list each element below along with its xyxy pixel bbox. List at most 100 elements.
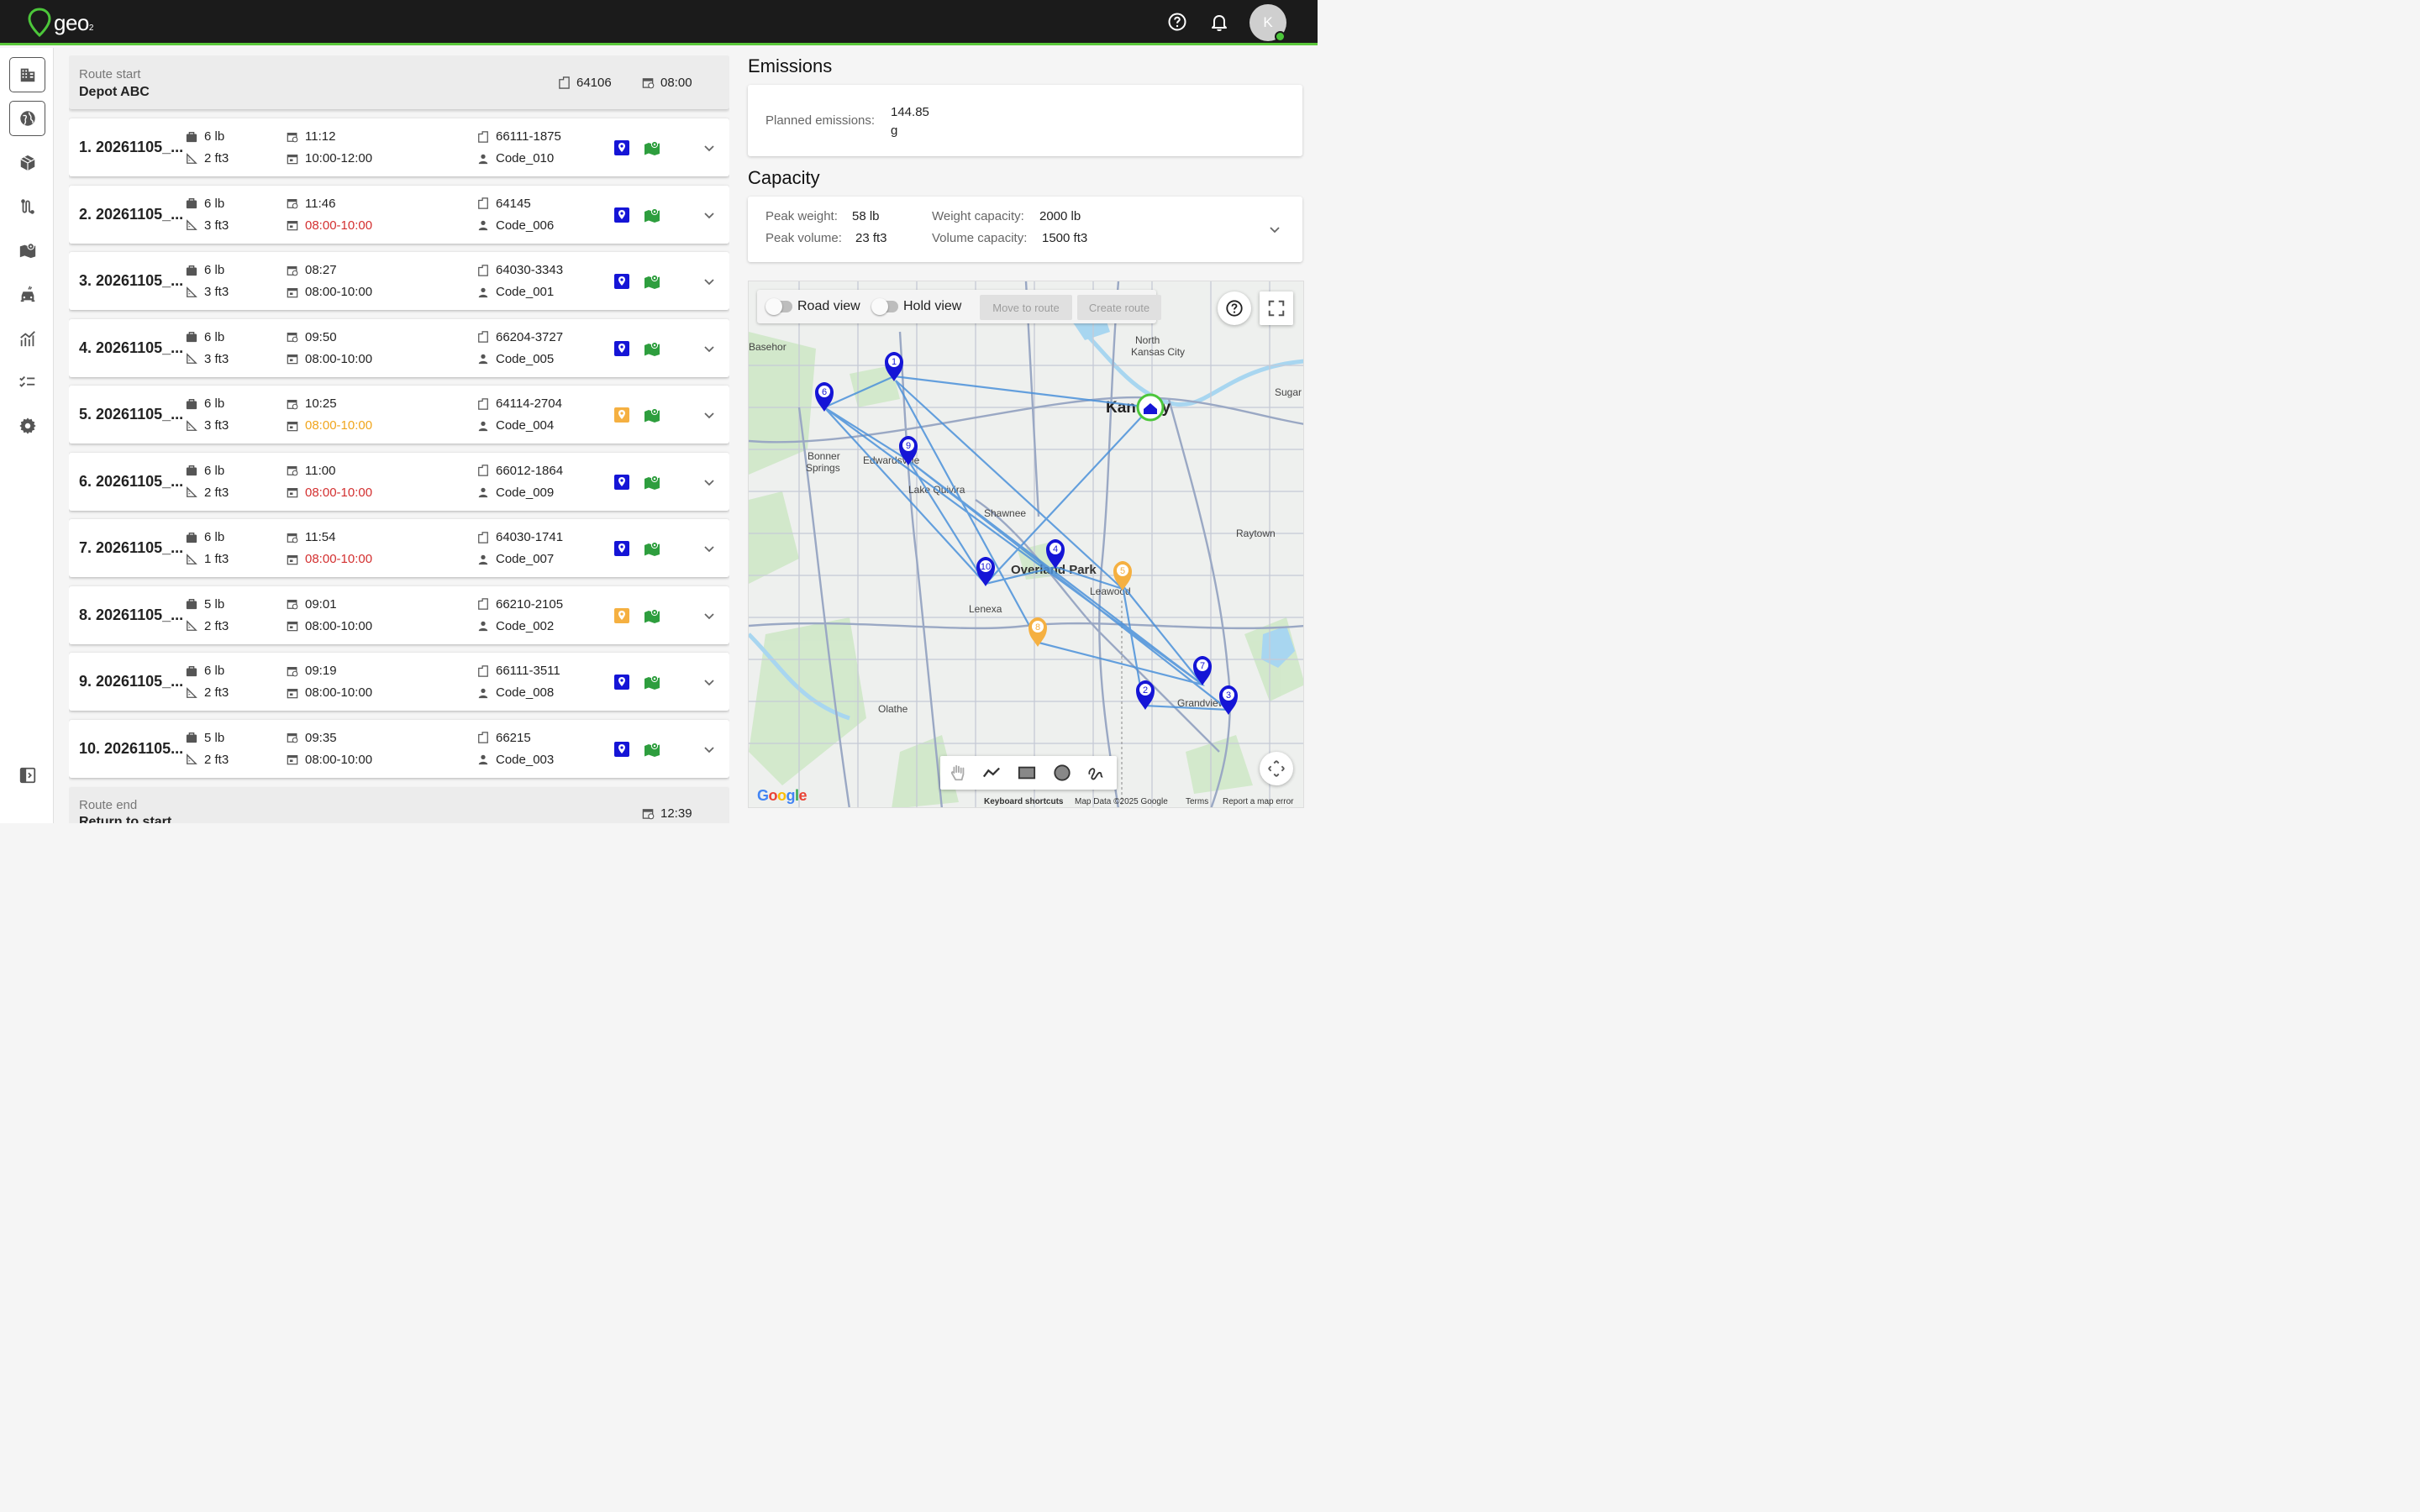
stop-expand-chevron-icon[interactable]	[703, 276, 715, 287]
sidebar-item-analytics[interactable]	[9, 321, 45, 356]
stop-expand-chevron-icon[interactable]	[703, 343, 715, 354]
pan-hand-tool[interactable]	[949, 764, 967, 782]
draw-circle-tool[interactable]	[1053, 764, 1071, 782]
stop-row[interactable]: 10. 20261105... 5 lb 2 ft3 09:35 08:00-1…	[69, 719, 729, 778]
stop-title[interactable]: 3. 20261105_...	[79, 272, 185, 290]
capacity-card[interactable]: Peak weight: 58 lb Peak volume: 23 ft3 W…	[748, 197, 1302, 262]
capacity-expand-chevron-icon[interactable]	[1269, 223, 1281, 235]
stop-location-flag-icon[interactable]	[613, 540, 630, 557]
stop-show-on-map-icon[interactable]	[644, 474, 660, 491]
stop-title[interactable]: 6. 20261105_...	[79, 473, 185, 491]
stop-show-on-map-icon[interactable]	[644, 139, 660, 156]
road-view-toggle[interactable]	[765, 298, 792, 315]
draw-rectangle-tool[interactable]	[1018, 764, 1036, 782]
stop-show-on-map-icon[interactable]	[644, 674, 660, 690]
peak-volume-label: Peak volume:	[765, 231, 842, 245]
stop-zip: 66111-1875	[477, 129, 561, 144]
stop-row[interactable]: 7. 20261105_... 6 lb 1 ft3 11:54 08:00-1…	[69, 519, 729, 577]
stop-location-flag-icon[interactable]	[613, 741, 630, 758]
stop-row[interactable]: 5. 20261105_... 6 lb 3 ft3 10:25 08:00-1…	[69, 386, 729, 444]
stop-expand-chevron-icon[interactable]	[703, 676, 715, 688]
recenter-button[interactable]	[1260, 752, 1293, 785]
stop-title[interactable]: 5. 20261105_...	[79, 406, 185, 423]
stop-row[interactable]: 6. 20261105_... 6 lb 2 ft3 11:00 08:00-1…	[69, 452, 729, 511]
sidebar-item-routes[interactable]	[9, 189, 45, 224]
stop-show-on-map-icon[interactable]	[644, 607, 660, 624]
stop-expand-chevron-icon[interactable]	[703, 209, 715, 221]
stop-title[interactable]: 7. 20261105_...	[79, 539, 185, 557]
stop-show-on-map-icon[interactable]	[644, 540, 660, 557]
stop-row[interactable]: 4. 20261105_... 6 lb 3 ft3 09:50 08:00-1…	[69, 318, 729, 377]
stop-location-flag-icon[interactable]	[613, 607, 630, 624]
building-outline-icon	[478, 732, 488, 743]
stop-row[interactable]: 9. 20261105_... 6 lb 2 ft3 09:19 08:00-1…	[69, 653, 729, 711]
stop-title[interactable]: 10. 20261105...	[79, 740, 185, 758]
sidebar-item-buildings[interactable]	[9, 57, 45, 92]
notifications-bell-icon[interactable]	[1209, 12, 1229, 32]
stop-location-flag-icon[interactable]	[613, 340, 630, 357]
sidebar-item-checklist[interactable]	[9, 365, 45, 400]
draw-freehand-tool[interactable]	[1086, 764, 1105, 782]
stop-expand-chevron-icon[interactable]	[703, 142, 715, 154]
stop-location-flag-icon[interactable]	[613, 207, 630, 223]
draw-line-tool[interactable]	[982, 764, 1001, 782]
stop-zip: 66215	[477, 731, 531, 745]
stop-time-window: 08:00-10:00	[287, 418, 372, 433]
sidebar-item-packages[interactable]	[9, 145, 45, 181]
person-icon	[478, 421, 488, 431]
stop-location-flag-icon[interactable]	[613, 674, 630, 690]
stop-code: Code_008	[477, 685, 554, 700]
stop-row[interactable]: 2. 20261105_... 6 lb 3 ft3 11:46 08:00-1…	[69, 185, 729, 244]
stop-title[interactable]: 1. 20261105_...	[79, 139, 185, 156]
stop-expand-chevron-icon[interactable]	[703, 476, 715, 488]
stop-expand-chevron-icon[interactable]	[703, 409, 715, 421]
stop-show-on-map-icon[interactable]	[644, 741, 660, 758]
sidebar-item-vehicles[interactable]	[9, 276, 45, 312]
volume-ruler-icon	[187, 753, 197, 764]
stop-location-flag-icon[interactable]	[613, 407, 630, 423]
volume-ruler-icon	[187, 286, 197, 297]
stop-location-flag-icon[interactable]	[613, 139, 630, 156]
keyboard-shortcuts-link[interactable]: Keyboard shortcuts	[984, 797, 1063, 806]
stop-expand-chevron-icon[interactable]	[703, 543, 715, 554]
stop-row[interactable]: 1. 20261105_... 6 lb 2 ft3 11:12 10:00-1…	[69, 118, 729, 176]
stop-row[interactable]: 8. 20261105_... 5 lb 2 ft3 09:01 08:00-1…	[69, 585, 729, 644]
stop-show-on-map-icon[interactable]	[644, 273, 660, 290]
sidebar-item-map[interactable]	[9, 233, 45, 268]
stop-location-flag-icon[interactable]	[613, 474, 630, 491]
map-help-button[interactable]	[1218, 291, 1251, 325]
stop-title[interactable]: 9. 20261105_...	[79, 673, 185, 690]
stop-expand-chevron-icon[interactable]	[703, 743, 715, 755]
stop-title[interactable]: 4. 20261105_...	[79, 339, 185, 357]
route-end-card: Route end Return to start 12:39	[69, 787, 729, 823]
stop-title[interactable]: 8. 20261105_...	[79, 606, 185, 624]
route-start-zip: 64106	[558, 76, 612, 90]
route-map[interactable]: Basehor NorthKansas City Kan City Sugar …	[748, 281, 1304, 808]
depot-marker[interactable]	[1136, 393, 1165, 422]
geo-logo[interactable]: geo 2	[27, 7, 93, 39]
create-route-button[interactable]: Create route	[1077, 295, 1161, 320]
peak-weight-value: 58 lb	[852, 209, 880, 223]
building-outline-icon	[478, 531, 488, 543]
stop-row[interactable]: 3. 20261105_... 6 lb 3 ft3 08:27 08:00-1…	[69, 252, 729, 310]
terms-link[interactable]: Terms	[1186, 797, 1208, 806]
stop-zip: 66012-1864	[477, 464, 563, 478]
route-end-label: Route end	[79, 798, 138, 812]
map-canvas[interactable]: Basehor NorthKansas City Kan City Sugar …	[749, 281, 1304, 808]
hold-view-toggle[interactable]	[871, 298, 898, 315]
move-to-route-button[interactable]: Move to route	[980, 295, 1072, 320]
report-map-error-link[interactable]: Report a map error	[1223, 797, 1293, 806]
stop-show-on-map-icon[interactable]	[644, 340, 660, 357]
stop-location-flag-icon[interactable]	[613, 273, 630, 290]
sidebar-item-settings[interactable]	[9, 408, 45, 444]
help-icon[interactable]	[1167, 12, 1187, 32]
sidebar-item-globe[interactable]	[9, 101, 45, 136]
calendar-clock-icon	[287, 199, 298, 209]
hold-view-toggle-knob	[871, 298, 888, 315]
stop-show-on-map-icon[interactable]	[644, 207, 660, 223]
sidebar-item-collapse[interactable]	[9, 758, 45, 793]
stop-title[interactable]: 2. 20261105_...	[79, 206, 185, 223]
stop-show-on-map-icon[interactable]	[644, 407, 660, 423]
stop-expand-chevron-icon[interactable]	[703, 610, 715, 622]
fullscreen-button[interactable]	[1260, 291, 1293, 325]
